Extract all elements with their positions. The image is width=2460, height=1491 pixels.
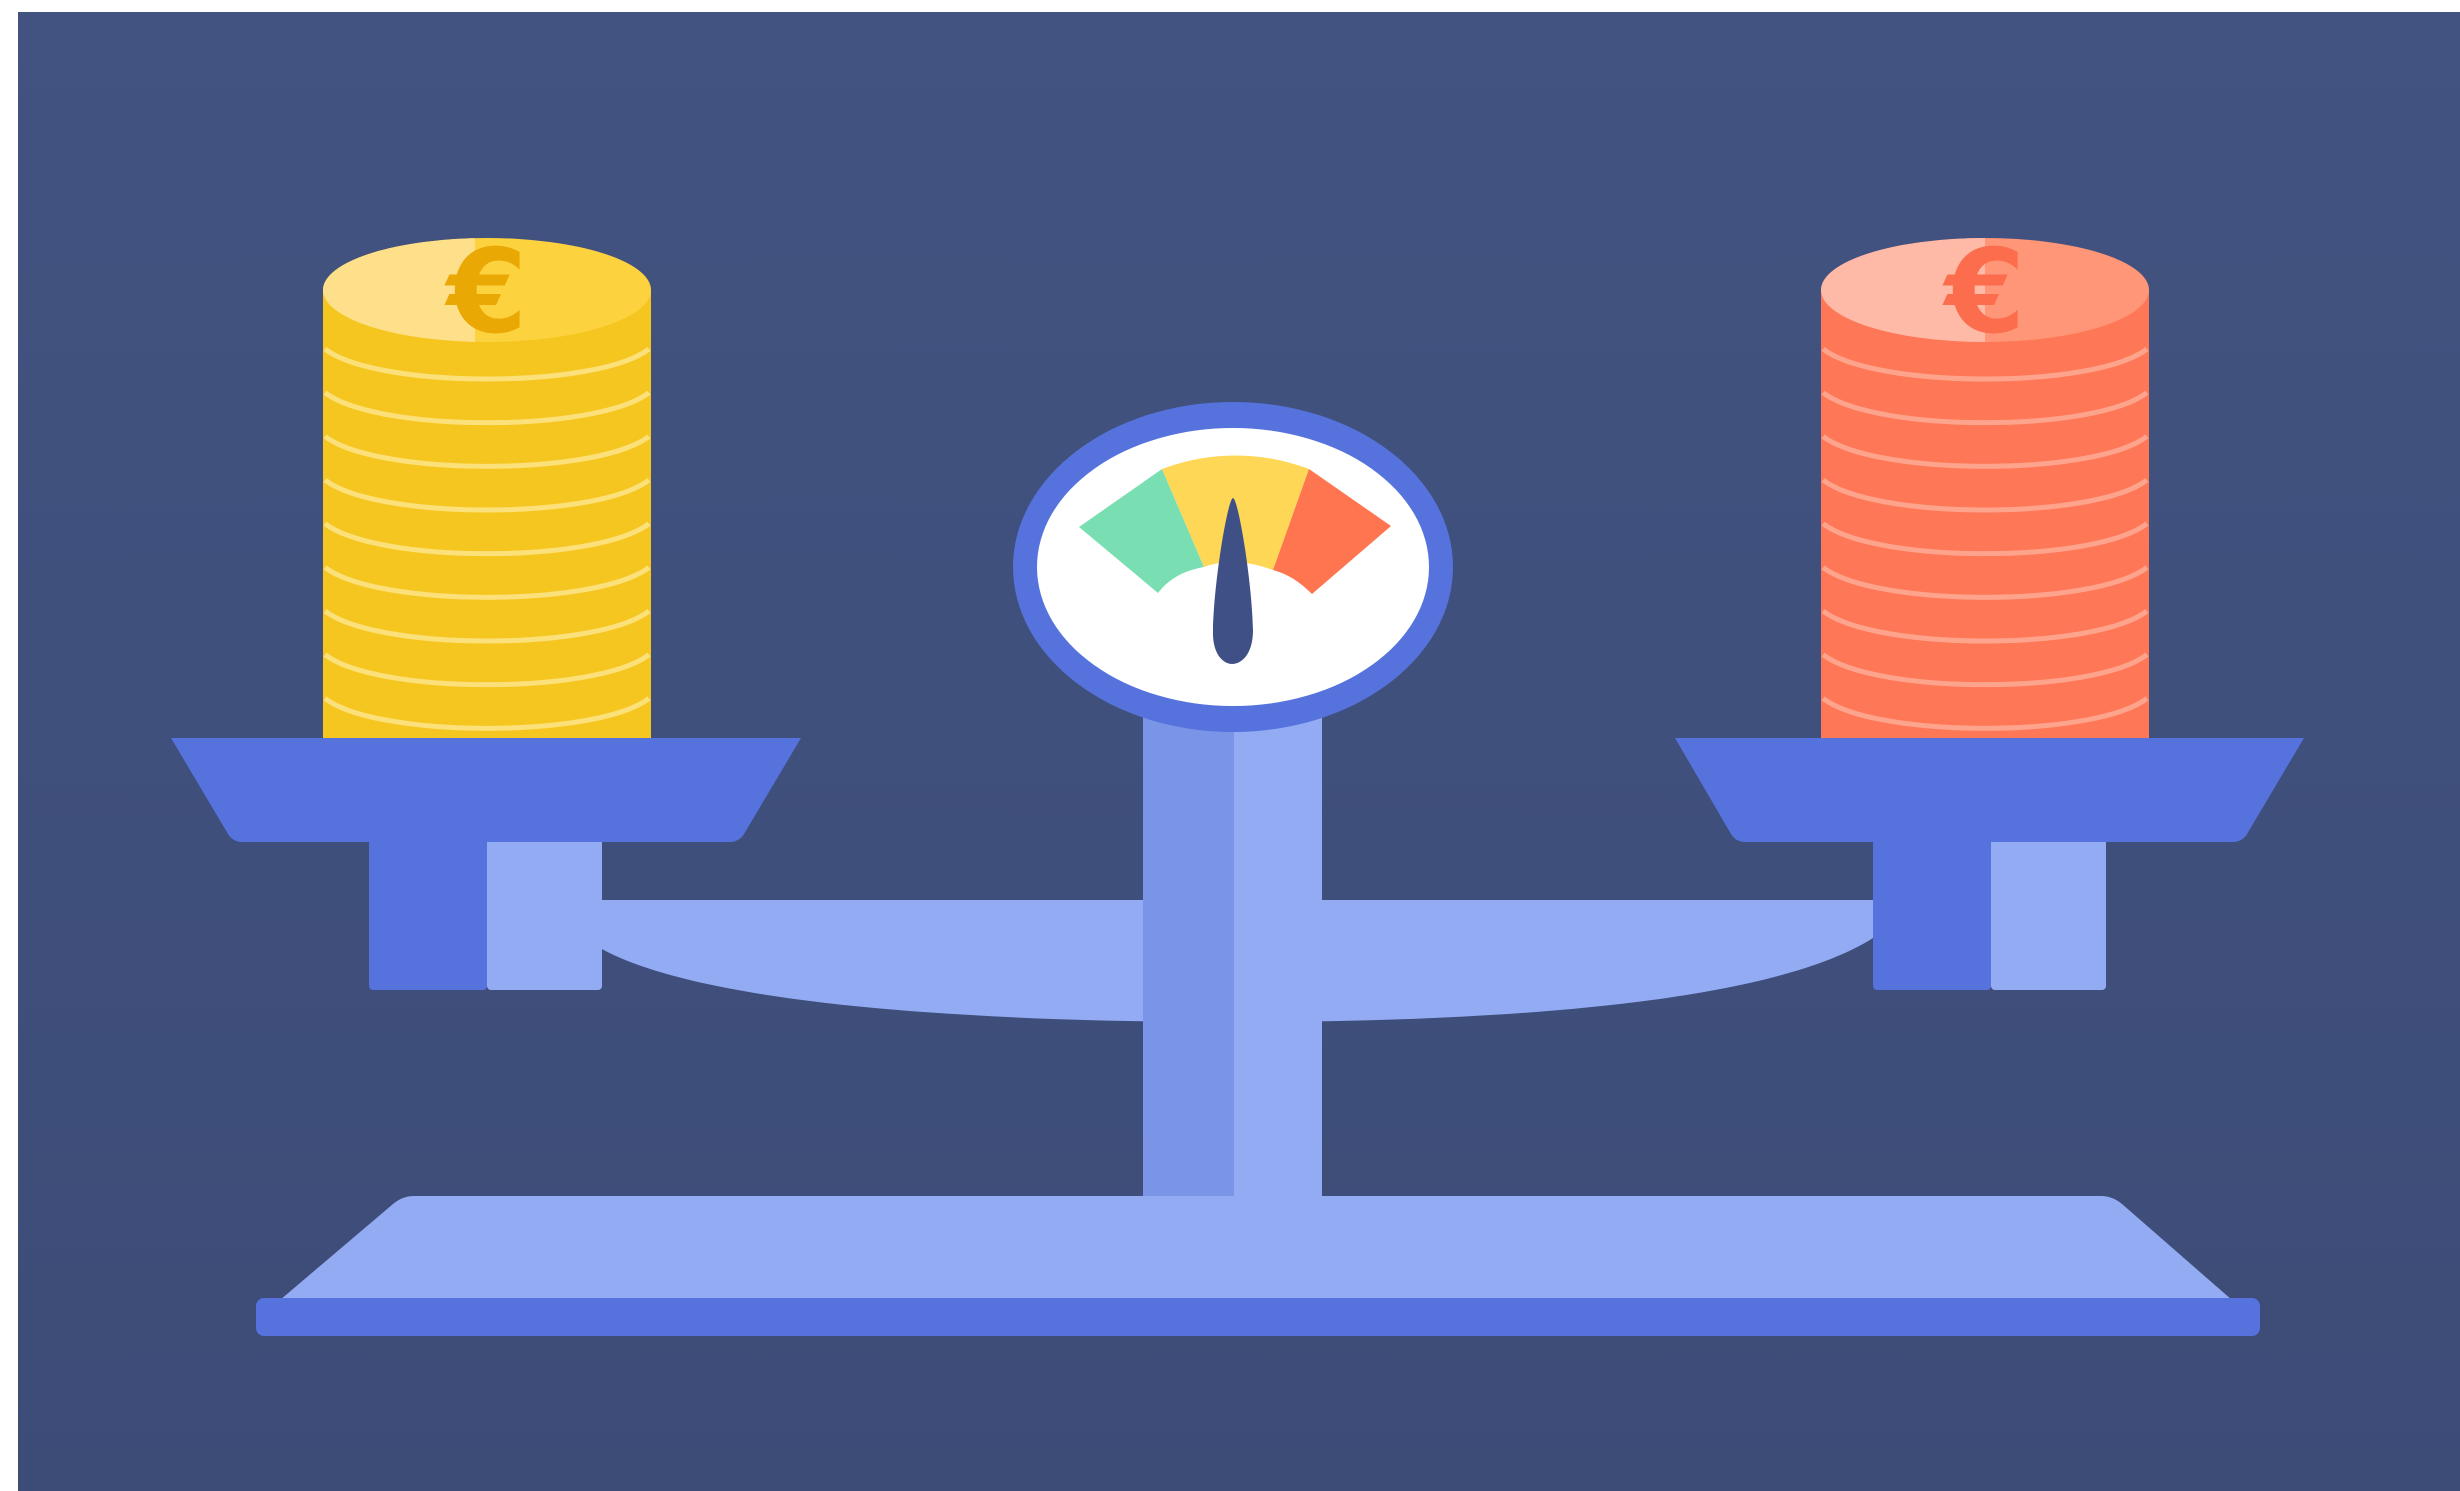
left-pan-holder-dark: [369, 838, 487, 990]
left-pan-holder-light: [487, 838, 602, 990]
illustration-canvas: € €: [18, 12, 2460, 1491]
scale-base-bottom: [256, 1298, 2260, 1336]
pressure-gauge: [1013, 402, 1453, 732]
left-coin-stack: €: [323, 225, 651, 738]
right-pan: [1675, 738, 2304, 842]
balance-scale-illustration: € €: [0, 0, 2460, 1491]
scale-base-top: [280, 1196, 2232, 1300]
screenshot-frame: € €: [0, 0, 2460, 1491]
left-euro-symbol: €: [444, 225, 528, 360]
right-pan-holder-dark: [1873, 838, 1991, 990]
right-euro-symbol: €: [1942, 225, 2026, 360]
right-pan-holder-light: [1991, 838, 2106, 990]
scale-beam-shadow: [1143, 900, 1234, 1022]
right-coin-stack: €: [1821, 225, 2149, 738]
left-pan: [171, 738, 801, 842]
